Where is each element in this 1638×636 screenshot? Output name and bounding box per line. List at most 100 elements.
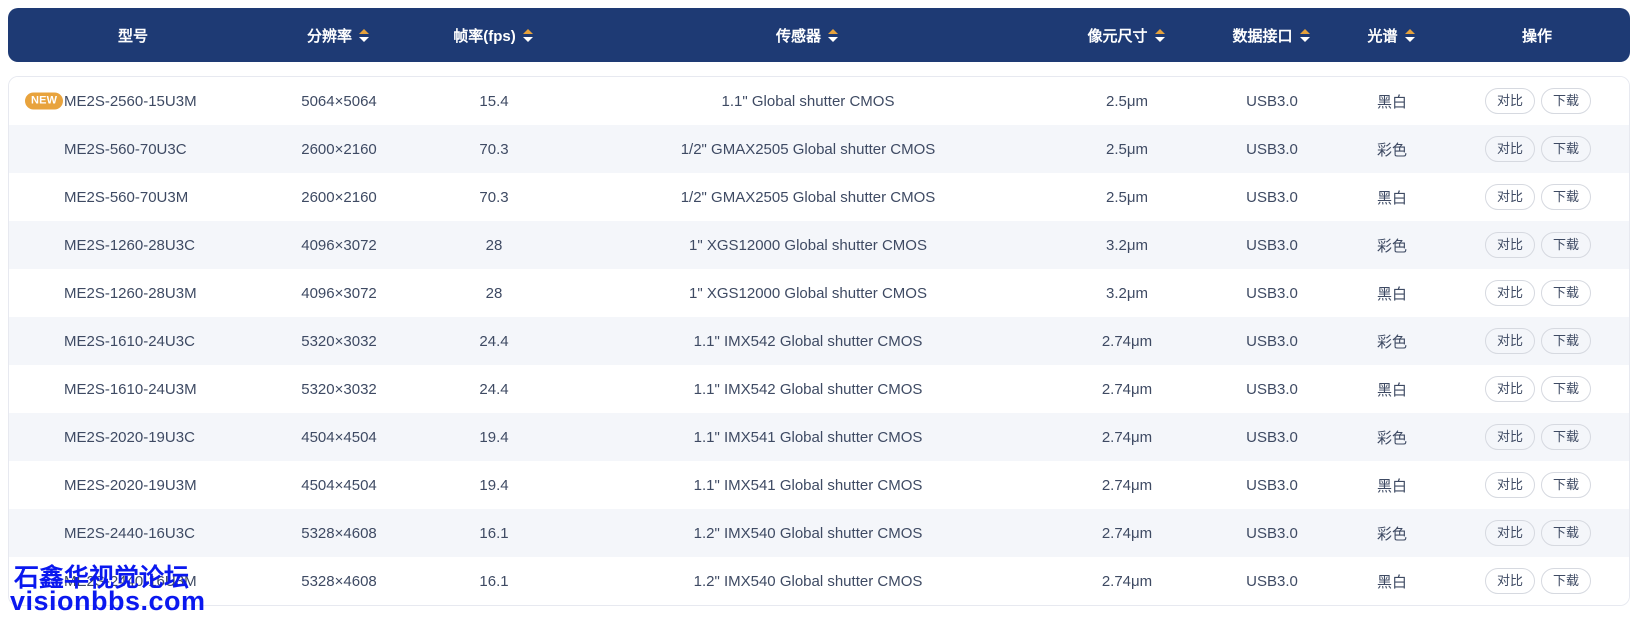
sort-icon[interactable] <box>1299 28 1310 42</box>
table-header-row: 型号 分辨率 帧率(fps) 传感器 像元尺寸 数据接口 光谱 操作 <box>8 8 1630 62</box>
compare-button[interactable]: 对比 <box>1484 520 1535 546</box>
cell-resolution: 5320×3032 <box>301 332 377 350</box>
table-row: NEW ME2S-2560-15U3M 5064×5064 15.4 1.1" Glob… <box>9 77 1629 125</box>
row-actions: 对比 下载 <box>1484 232 1592 258</box>
cell-actions: 对比 下载 <box>1447 424 1629 450</box>
table-row: ME2S-560-70U3M 2600×2160 70.3 1/2" GMAX2505… <box>9 173 1629 221</box>
row-actions: 对比 下载 <box>1484 424 1592 450</box>
download-button[interactable]: 下载 <box>1541 232 1592 258</box>
sort-icon[interactable] <box>1404 28 1415 42</box>
sort-desc-icon[interactable] <box>522 36 533 42</box>
cell-sensor: 1.2" IMX540 Global shutter CMOS <box>693 524 923 542</box>
cell-sensor: 1.1" IMX541 Global shutter CMOS <box>693 428 923 446</box>
sort-desc-icon[interactable] <box>1404 36 1415 42</box>
row-actions: 对比 下载 <box>1484 568 1592 594</box>
cell-spectrum: 彩色 <box>1376 525 1407 543</box>
download-button[interactable]: 下载 <box>1541 376 1592 402</box>
sort-asc-icon[interactable] <box>828 28 838 34</box>
row-actions: 对比 下载 <box>1484 136 1592 162</box>
header-cell-interface[interactable]: 数据接口 <box>1206 25 1336 46</box>
cell-sensor: 1/2" GMAX2505 Global shutter CMOS <box>680 140 936 158</box>
header-cell-pixel_size[interactable]: 像元尺寸 <box>1046 25 1206 46</box>
cell-spectrum: 黑白 <box>1376 285 1407 303</box>
cell-sensor: 1/2" GMAX2505 Global shutter CMOS <box>680 188 936 206</box>
table-row: ME2S-1260-28U3M 4096×3072 28 1" XGS12000 Gl… <box>9 269 1629 317</box>
sort-icon[interactable] <box>1154 28 1165 42</box>
download-button[interactable]: 下载 <box>1541 520 1592 546</box>
cell-interface: USB3.0 <box>1246 236 1298 254</box>
compare-button[interactable]: 对比 <box>1484 184 1535 210</box>
cell-interface: USB3.0 <box>1246 140 1298 158</box>
cell-pixel_size: 2.74μm <box>1101 380 1153 398</box>
compare-button[interactable]: 对比 <box>1484 136 1535 162</box>
sort-icon[interactable] <box>828 28 838 42</box>
sort-asc-icon[interactable] <box>359 28 369 34</box>
compare-button[interactable]: 对比 <box>1484 88 1535 114</box>
cell-interface: USB3.0 <box>1246 380 1298 398</box>
cell-fps: 24.4 <box>479 380 509 398</box>
compare-button[interactable]: 对比 <box>1484 328 1535 354</box>
cell-fps: 24.4 <box>479 332 509 350</box>
cell-pixel_size: 2.5μm <box>1106 92 1148 110</box>
sort-desc-icon[interactable] <box>1154 36 1165 42</box>
model-text: ME2S-2560-15U3M <box>64 92 197 110</box>
row-actions: 对比 下载 <box>1484 472 1592 498</box>
cell-actions: 对比 下载 <box>1447 568 1629 594</box>
sort-desc-icon[interactable] <box>828 36 838 42</box>
compare-button[interactable]: 对比 <box>1484 376 1535 402</box>
sort-icon[interactable] <box>359 28 369 42</box>
compare-button[interactable]: 对比 <box>1484 472 1535 498</box>
compare-button[interactable]: 对比 <box>1484 232 1535 258</box>
cell-interface: USB3.0 <box>1246 572 1298 590</box>
sort-icon[interactable] <box>522 28 533 42</box>
download-button[interactable]: 下载 <box>1541 568 1592 594</box>
compare-button[interactable]: 对比 <box>1484 568 1535 594</box>
cell-spectrum: 黑白 <box>1376 381 1407 399</box>
download-button[interactable]: 下载 <box>1541 472 1592 498</box>
download-button[interactable]: 下载 <box>1541 88 1592 114</box>
compare-button[interactable]: 对比 <box>1484 280 1535 306</box>
download-button[interactable]: 下载 <box>1541 328 1592 354</box>
cell-sensor: 1.2" IMX540 Global shutter CMOS <box>693 572 923 590</box>
cell-actions: 对比 下载 <box>1447 472 1629 498</box>
cell-actions: 对比 下载 <box>1447 232 1629 258</box>
download-button[interactable]: 下载 <box>1541 136 1592 162</box>
row-actions: 对比 下载 <box>1484 376 1592 402</box>
sort-asc-icon[interactable] <box>1404 28 1415 34</box>
cell-interface: USB3.0 <box>1246 476 1298 494</box>
cell-pixel_size: 2.5μm <box>1106 188 1148 206</box>
header-cell-resolution[interactable]: 分辨率 <box>258 25 418 46</box>
table-row: ME2S-1610-24U3C 5320×3032 24.4 1.1" IMX542 … <box>9 317 1629 365</box>
cell-model: ME2S-1610-24U3M <box>9 381 259 398</box>
cell-spectrum: 黑白 <box>1376 93 1407 111</box>
cell-pixel_size: 2.74μm <box>1101 428 1153 446</box>
cell-pixel_size: 3.2μm <box>1106 284 1148 302</box>
cell-model: ME2S-560-70U3M <box>9 189 259 206</box>
download-button[interactable]: 下载 <box>1541 280 1592 306</box>
sort-asc-icon[interactable] <box>522 28 533 34</box>
header-label: 像元尺寸 <box>1087 27 1148 45</box>
sort-desc-icon[interactable] <box>359 36 369 42</box>
model-text: ME2S-2020-19U3C <box>64 428 195 446</box>
sort-asc-icon[interactable] <box>1154 28 1165 34</box>
header-cell-fps[interactable]: 帧率(fps) <box>418 25 568 46</box>
model-text: ME2S-2440-16U3C <box>64 524 195 542</box>
header-label: 操作 <box>1521 27 1552 45</box>
header-cell-spectrum[interactable]: 光谱 <box>1336 25 1446 46</box>
cell-sensor: 1.1" IMX541 Global shutter CMOS <box>693 476 923 494</box>
download-button[interactable]: 下载 <box>1541 424 1592 450</box>
sort-asc-icon[interactable] <box>1299 28 1310 34</box>
row-actions: 对比 下载 <box>1484 280 1592 306</box>
cell-resolution: 2600×2160 <box>301 188 377 206</box>
table-row: ME2S-1610-24U3M 5320×3032 24.4 1.1" IMX542 … <box>9 365 1629 413</box>
download-button[interactable]: 下载 <box>1541 184 1592 210</box>
cell-sensor: 1" XGS12000 Global shutter CMOS <box>689 236 927 254</box>
compare-button[interactable]: 对比 <box>1484 424 1535 450</box>
header-label: 分辨率 <box>306 27 352 45</box>
cell-resolution: 4096×3072 <box>301 284 377 302</box>
sort-desc-icon[interactable] <box>1299 36 1310 42</box>
cell-actions: 对比 下载 <box>1447 88 1629 114</box>
table-row: ME2S-2440-16U3M 5328×4608 16.1 1.2" IMX540 … <box>9 557 1629 605</box>
header-cell-sensor[interactable]: 传感器 <box>568 25 1046 46</box>
cell-actions: 对比 下载 <box>1447 136 1629 162</box>
